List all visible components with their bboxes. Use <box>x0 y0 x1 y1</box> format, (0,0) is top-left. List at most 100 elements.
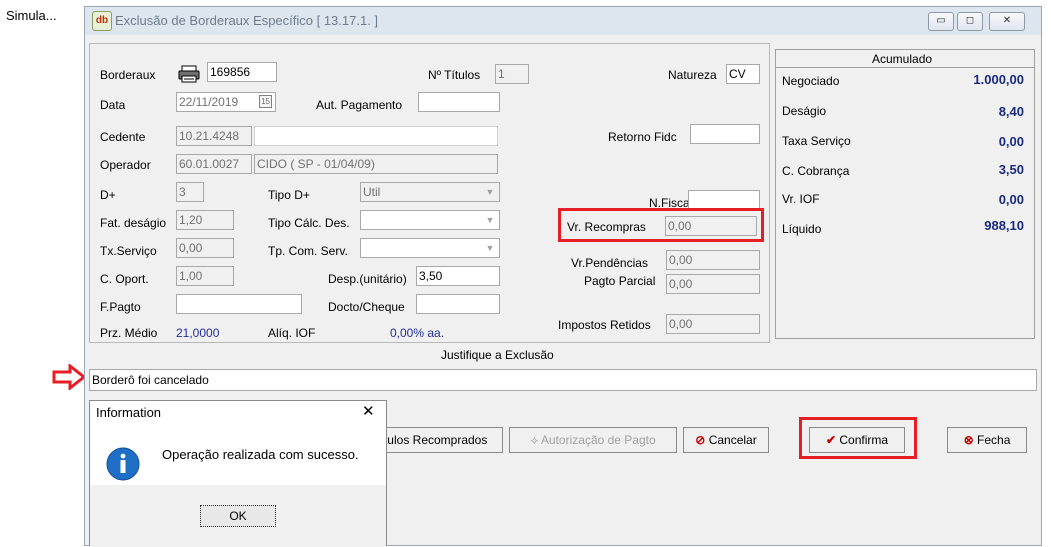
title-bar: db Exclusão de Borderaux Específico [ 13… <box>85 7 1041 35</box>
fecha-button[interactable]: ⊗ Fecha <box>947 427 1027 453</box>
vr-pendencias-label: Vr.Pendências <box>571 256 648 270</box>
tx-servico-field[interactable]: 0,00 <box>176 238 234 258</box>
tipo-d-plus-select[interactable]: Util ▼ <box>360 182 500 202</box>
checkmark-icon: ✔ <box>825 433 837 447</box>
side-label: Simula... <box>6 8 57 23</box>
retorno-fidc-field[interactable] <box>690 124 760 144</box>
natureza-field[interactable]: CV <box>726 64 760 84</box>
cancelar-button[interactable]: ⊘ Cancelar <box>683 427 769 453</box>
chevron-down-icon: ▼ <box>485 187 495 197</box>
tx-servico-label: Tx.Serviço <box>100 244 157 258</box>
aut-pagamento-field[interactable] <box>418 92 500 112</box>
prz-medio-value: 21,0000 <box>176 326 220 340</box>
num-titulos-label: Nº Títulos <box>428 68 481 82</box>
tipo-calc-des-label: Tipo Cálc. Des. <box>268 216 350 230</box>
calendar-icon[interactable]: 15 <box>259 95 272 108</box>
ok-button[interactable]: OK <box>200 505 276 527</box>
natureza-label: Natureza <box>668 68 717 82</box>
cedente-name-field <box>254 126 498 146</box>
chevron-down-icon: ▼ <box>485 243 495 253</box>
tipo-calc-des-select[interactable]: ▼ <box>360 210 500 230</box>
tp-com-serv-label: Tp. Com. Serv. <box>268 244 348 258</box>
acumulado-value: 3,50 <box>998 162 1024 177</box>
dialog-close-icon[interactable]: ✕ <box>362 402 375 420</box>
docto-cheque-label: Docto/Cheque <box>328 300 405 314</box>
autorizacao-pagto-button[interactable]: ⟡ Autorização de Pagto <box>509 427 677 453</box>
num-titulos-field: 1 <box>495 64 529 84</box>
fecha-label: Fecha <box>977 433 1011 447</box>
chevron-down-icon: ▼ <box>485 215 495 225</box>
pagto-parcial-label: Pagto Parcial <box>584 274 656 288</box>
data-field[interactable]: 22/11/2019 15 <box>176 92 276 112</box>
acumulado-label: Negociado <box>782 74 840 88</box>
impostos-retidos-field: 0,00 <box>666 314 760 334</box>
cedente-label: Cedente <box>100 130 146 144</box>
acumulado-value: 0,00 <box>998 192 1024 207</box>
acumulado-label: Líquido <box>782 222 822 236</box>
retorno-fidc-label: Retorno Fidc <box>608 130 677 144</box>
dialog-footer: OK <box>90 485 386 547</box>
acumulado-value: 8,40 <box>998 104 1024 119</box>
desp-unitario-label: Desp.(unitário) <box>328 272 407 286</box>
fat-desagio-label: Fat. deságio <box>100 216 167 230</box>
acumulado-value: 0,00 <box>998 134 1024 149</box>
desp-unitario-field[interactable]: 3,50 <box>416 266 500 286</box>
acumulado-value: 1.000,00 <box>973 72 1024 87</box>
window-title: Exclusão de Borderaux Específico [ 13.17… <box>115 13 379 28</box>
tp-com-serv-select[interactable]: ▼ <box>360 238 500 258</box>
maximize-button[interactable]: ◻ <box>957 12 983 31</box>
cancelar-label: Cancelar <box>708 433 757 447</box>
autorizacao-pagto-label: Autorização de Pagto <box>540 433 656 447</box>
tipo-d-plus-value: Util <box>363 185 381 199</box>
operador-label: Operador <box>100 158 151 172</box>
exit-icon: ⊗ <box>963 433 974 447</box>
acumulado-label: C. Cobrança <box>782 164 850 178</box>
borderaux-field[interactable]: 169856 <box>207 62 277 82</box>
borderaux-label: Borderaux <box>100 68 156 82</box>
dialog-title: Information <box>96 405 162 420</box>
cancel-icon: ⊘ <box>695 433 706 447</box>
vr-recompras-label: Vr. Recompras <box>567 220 646 234</box>
operador-name-field: CIDO ( SP - 01/04/09) <box>254 154 498 174</box>
f-pagto-label: F.Pagto <box>100 300 141 314</box>
aliq-iof-label: Alíq. IOF <box>268 326 316 340</box>
acumulado-panel: Acumulado Negociado 1.000,00 Deságio 8,4… <box>775 49 1035 339</box>
close-button[interactable]: ✕ <box>989 12 1025 31</box>
aliq-iof-value: 0,00% aa. <box>390 326 445 340</box>
data-label: Data <box>100 98 126 112</box>
dialog-message: Operação realizada com sucesso. <box>162 447 359 462</box>
prz-medio-label: Prz. Médio <box>100 326 158 340</box>
info-icon <box>106 447 140 481</box>
confirma-label: Confirma <box>839 433 889 447</box>
d-plus-field[interactable]: 3 <box>176 182 204 202</box>
c-oport-field[interactable]: 1,00 <box>176 266 234 286</box>
red-arrow-annotation <box>52 364 86 390</box>
c-oport-label: C. Oport. <box>100 272 149 286</box>
aut-pagamento-label: Aut. Pagamento <box>316 98 403 112</box>
tipo-d-plus-label: Tipo D+ <box>268 188 310 202</box>
tag-icon: ⟡ <box>530 433 539 447</box>
form-panel: Borderaux 169856 Nº Títulos 1 Natureza C… <box>89 43 770 343</box>
pagto-parcial-field: 0,00 <box>666 274 760 294</box>
app-icon: db <box>92 11 112 31</box>
docto-cheque-field[interactable] <box>416 294 500 314</box>
acumulado-label: Vr. IOF <box>782 192 820 206</box>
confirma-button[interactable]: ✔ Confirma <box>809 427 905 453</box>
impostos-retidos-label: Impostos Retidos <box>558 318 651 332</box>
f-pagto-field[interactable] <box>176 294 302 314</box>
acumulado-label: Deságio <box>782 104 827 118</box>
acumulado-label: Taxa Serviço <box>782 134 851 148</box>
minimize-button[interactable]: ▭ <box>928 12 954 31</box>
printer-icon[interactable] <box>178 64 200 84</box>
acumulado-title: Acumulado <box>872 52 933 66</box>
n-fiscal-field[interactable] <box>688 190 760 210</box>
acumulado-value: 988,10 <box>984 218 1024 233</box>
fat-desagio-field[interactable]: 1,20 <box>176 210 234 230</box>
justification-field[interactable]: Borderô foi cancelado <box>89 369 1037 391</box>
acumulado-divider <box>776 67 1034 68</box>
justification-label: Justifique a Exclusão <box>441 348 554 362</box>
vr-recompras-field: 0,00 <box>665 216 757 236</box>
information-dialog: Information ✕ Operação realizada com suc… <box>89 400 387 547</box>
operador-code-field: 60.01.0027 <box>176 154 252 174</box>
data-value: 22/11/2019 <box>179 95 239 109</box>
